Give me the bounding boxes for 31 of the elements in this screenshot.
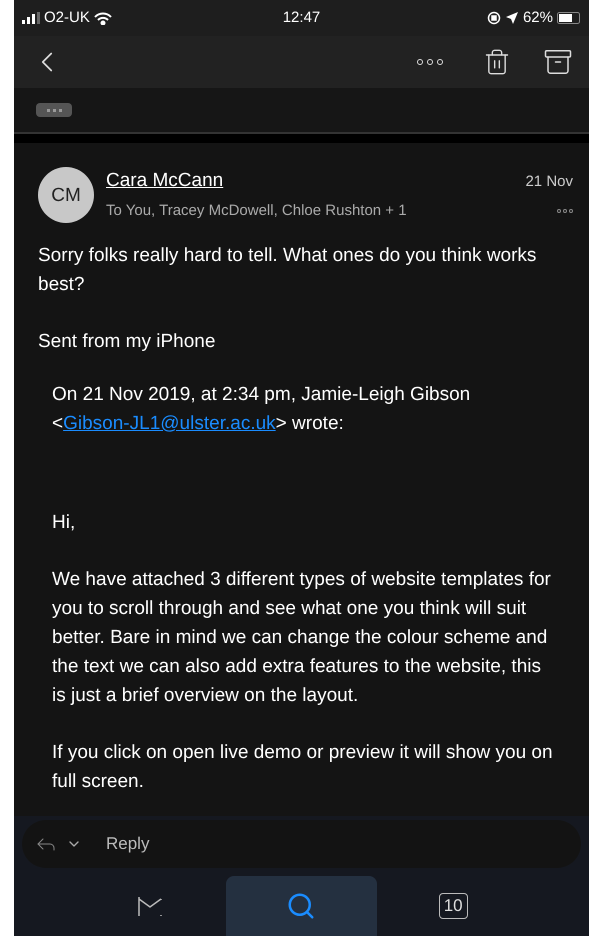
message-paragraph: Sorry folks really hard to tell. What ones do you think works best? — [38, 244, 538, 297]
delete-button[interactable] — [483, 48, 511, 76]
tab-bar-tab[interactable]: 10 — [377, 876, 529, 936]
carrier-name: O2-UK — [44, 8, 90, 28]
sender-name[interactable]: Cara McCann — [106, 167, 224, 196]
expand-thread-button[interactable] — [36, 103, 72, 117]
email-link[interactable]: Gibson-JL1@ulster.ac.uk — [63, 413, 276, 434]
battery-icon — [557, 12, 581, 24]
quote-header: On 21 Nov 2019, at 2:34 pm, Jamie-Leigh Gibson <Gibson-JL1@ulster.ac.uk> wrote: — [52, 383, 472, 436]
battery-percent: 62% — [522, 8, 553, 28]
trash-icon — [483, 48, 511, 76]
clock-time: 12:47 — [282, 8, 322, 28]
search-icon — [286, 891, 316, 921]
recipients-line: To You, Tracey McDowell, Chloe Rushton + 1 — [106, 201, 407, 221]
archive-button[interactable] — [543, 47, 573, 77]
calendar-icon: 10 — [438, 893, 468, 919]
location-arrow-icon — [504, 11, 519, 25]
wifi-icon — [94, 12, 112, 24]
avatar: CM — [38, 167, 94, 223]
envelope-icon — [136, 895, 163, 917]
signal-icon — [22, 12, 40, 24]
message-paragraph: Sent from my iPhone — [38, 330, 216, 354]
archive-icon — [543, 47, 573, 77]
reply-label: Reply — [106, 833, 150, 856]
more-button[interactable] — [417, 59, 443, 65]
message-date: 21 Nov — [525, 172, 573, 192]
reply-bar[interactable]: Reply — [22, 820, 581, 868]
quoted-paragraph: If you click on open live demo or preview it will show you on full screen. — [52, 741, 554, 794]
message-more-button[interactable] — [557, 208, 573, 212]
quoted-paragraph: Hi, — [52, 511, 76, 535]
quoted-paragraph: We have attached 3 different types of website templates for you to scroll through and see what one you think will suit better. Bare in mind we can change the colour scheme and the text we can also add extra features to the website, this is just a brief overview on the layout. — [52, 568, 552, 708]
